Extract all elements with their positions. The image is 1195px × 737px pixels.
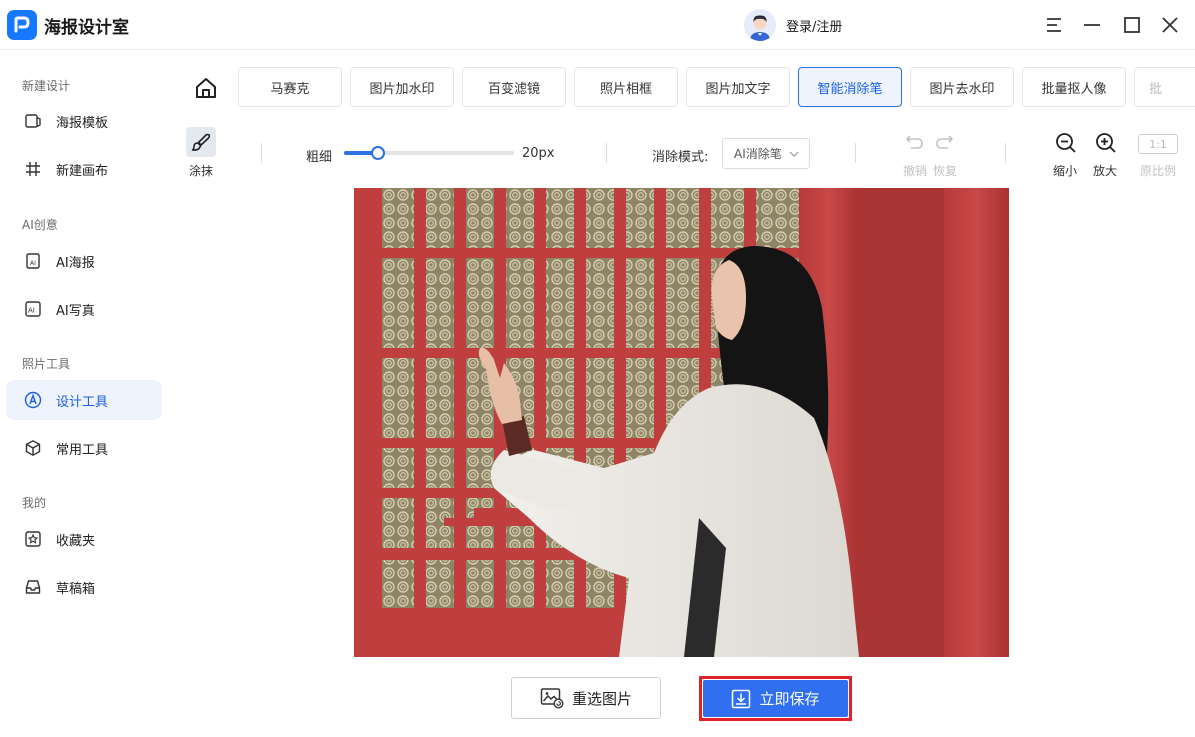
toolbar-divider: [261, 143, 262, 163]
thickness-value: 20px: [522, 146, 555, 161]
download-icon: [731, 689, 751, 709]
redo-icon[interactable]: [934, 133, 954, 151]
sidebar-group-photo-tools: 照片工具: [22, 357, 71, 371]
zoom-in-icon[interactable]: [1094, 131, 1118, 155]
zoom-out-icon[interactable]: [1054, 131, 1078, 155]
sidebar-group-mine: 我的: [22, 496, 47, 510]
ai-portrait-icon: AI: [24, 300, 42, 318]
close-icon[interactable]: [1158, 13, 1182, 37]
image-refresh-icon: [540, 687, 564, 709]
reselect-image-button[interactable]: 重选图片: [511, 677, 661, 719]
login-register-link[interactable]: 登录/注册: [786, 16, 842, 35]
original-ratio-label: 原比例: [1140, 164, 1177, 178]
menu-icon[interactable]: [1042, 13, 1066, 37]
sidebar-item-drafts[interactable]: 草稿箱: [6, 567, 162, 607]
chevron-down-icon: [789, 151, 799, 157]
sidebar-item-label: 新建画布: [56, 163, 109, 179]
app-title: 海报设计室: [44, 18, 129, 38]
sidebar: 新建设计 海报模板 新建画布 AI创意 AI AI海报 AI AI写真 照片工具…: [0, 51, 166, 737]
redo-label: 恢复: [933, 164, 958, 178]
sidebar-item-label: 常用工具: [56, 442, 109, 458]
design-tool-icon: [24, 391, 42, 409]
sidebar-item-common-tools[interactable]: 常用工具: [6, 428, 162, 468]
original-ratio-button[interactable]: 1:1: [1138, 134, 1178, 154]
undo-label: 撤销: [903, 164, 928, 178]
sidebar-item-new-canvas[interactable]: 新建画布: [6, 149, 162, 189]
tab-add-text[interactable]: 图片加文字: [686, 67, 790, 107]
title-bar: 海报设计室 登录/注册: [0, 0, 1195, 50]
thickness-label: 粗细: [306, 150, 333, 165]
sidebar-item-label: 收藏夹: [56, 533, 96, 549]
sidebar-item-poster-template[interactable]: 海报模板: [6, 101, 162, 141]
tab-smart-eraser[interactable]: 智能消除笔: [798, 67, 902, 107]
erase-mode-select[interactable]: AI消除笔: [722, 138, 810, 169]
user-avatar[interactable]: [744, 9, 776, 41]
minimize-icon[interactable]: [1080, 13, 1104, 37]
tab-batch-more[interactable]: 批: [1134, 67, 1195, 107]
maximize-icon[interactable]: [1120, 13, 1144, 37]
tab-add-watermark[interactable]: 图片加水印: [350, 67, 454, 107]
poster-template-icon: [24, 112, 42, 130]
sidebar-item-design-tools[interactable]: 设计工具: [6, 380, 162, 420]
ai-poster-icon: AI: [24, 252, 42, 270]
cube-icon: [24, 439, 42, 457]
tab-filters[interactable]: 百变滤镜: [462, 67, 566, 107]
sidebar-item-ai-portrait[interactable]: AI AI写真: [6, 289, 162, 329]
erase-mode-value: AI消除笔: [734, 147, 782, 161]
thickness-slider[interactable]: [344, 146, 514, 160]
app-logo-icon: [7, 10, 37, 40]
save-now-button[interactable]: 立即保存: [703, 680, 848, 717]
sidebar-item-label: AI写真: [56, 303, 95, 319]
edited-photo: [354, 188, 1009, 657]
tab-batch-cutout[interactable]: 批量抠人像: [1022, 67, 1126, 107]
toolbar-divider: [606, 143, 607, 163]
drafts-icon: [24, 578, 42, 596]
save-now-label: 立即保存: [759, 690, 820, 708]
toolbar-divider: [1005, 143, 1006, 163]
sidebar-item-label: AI海报: [56, 255, 95, 271]
favorites-icon: [24, 530, 42, 548]
sidebar-item-label: 设计工具: [56, 394, 109, 410]
home-icon[interactable]: [193, 75, 219, 101]
sidebar-item-ai-poster[interactable]: AI AI海报: [6, 241, 162, 281]
image-canvas[interactable]: [354, 188, 1009, 657]
svg-text:AI: AI: [28, 307, 35, 315]
zoom-in-label: 放大: [1093, 164, 1118, 178]
sidebar-group-ai: AI创意: [22, 218, 58, 232]
reselect-image-label: 重选图片: [571, 689, 632, 708]
tab-remove-watermark[interactable]: 图片去水印: [910, 67, 1014, 107]
brush-icon: [191, 133, 211, 151]
sidebar-item-favorites[interactable]: 收藏夹: [6, 519, 162, 559]
sidebar-item-label: 草稿箱: [56, 581, 96, 597]
canvas-grid-icon: [24, 160, 42, 178]
tab-photo-frame[interactable]: 照片相框: [574, 67, 678, 107]
brush-tool-button[interactable]: [186, 127, 216, 157]
tab-mosaic[interactable]: 马赛克: [238, 67, 342, 107]
svg-text:AI: AI: [30, 260, 36, 267]
toolbar-divider: [855, 143, 856, 163]
sidebar-group-new-design: 新建设计: [22, 79, 71, 93]
erase-mode-label: 消除模式:: [652, 150, 709, 165]
zoom-out-label: 缩小: [1053, 164, 1078, 178]
undo-icon[interactable]: [905, 133, 925, 151]
sidebar-item-label: 海报模板: [56, 115, 109, 131]
thickness-slider-handle[interactable]: [371, 146, 385, 160]
brush-tool-label: 涂抹: [189, 164, 214, 178]
